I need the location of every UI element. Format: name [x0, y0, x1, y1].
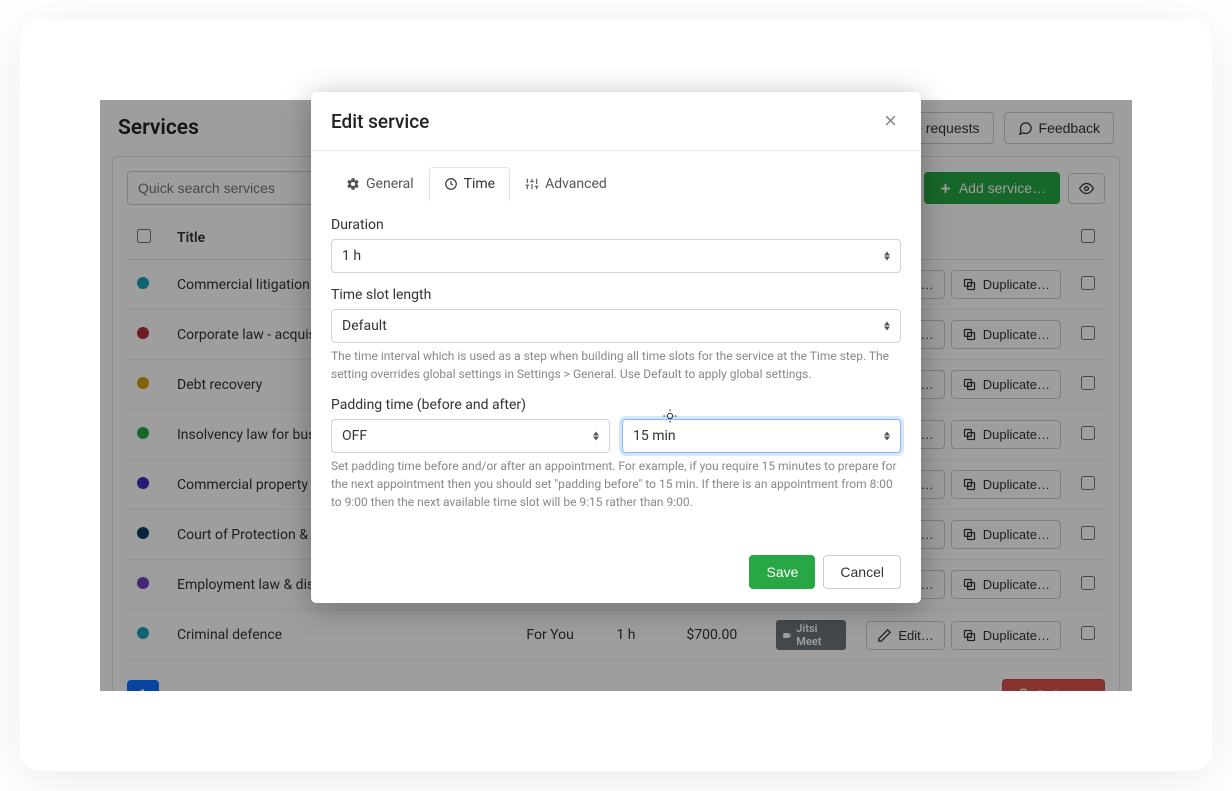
chevron-updown-icon — [593, 432, 599, 441]
tab-advanced[interactable]: Advanced — [510, 167, 622, 201]
tab-general[interactable]: General — [331, 167, 429, 201]
save-button[interactable]: Save — [749, 555, 815, 589]
padding-help: Set padding time before and/or after an … — [331, 457, 901, 511]
padding-before-select[interactable]: OFF — [331, 419, 610, 453]
timeslot-select[interactable]: Default — [331, 309, 901, 343]
modal-title: Edit service — [331, 110, 429, 133]
cancel-button[interactable]: Cancel — [823, 555, 901, 589]
duration-label: Duration — [331, 217, 901, 233]
padding-label: Padding time (before and after) — [331, 397, 901, 413]
padding-after-select[interactable]: 15 min — [622, 419, 901, 453]
edit-service-modal: Edit service × General Time Advanced Dur… — [311, 92, 921, 603]
chevron-updown-icon — [884, 322, 890, 331]
modal-tabs: General Time Advanced — [331, 167, 901, 201]
sliders-icon — [525, 177, 539, 191]
timeslot-label: Time slot length — [331, 287, 901, 303]
tab-time[interactable]: Time — [429, 167, 510, 201]
gear-icon — [346, 177, 360, 191]
chevron-updown-icon — [884, 252, 890, 261]
close-button[interactable]: × — [880, 108, 901, 134]
clock-icon — [444, 177, 458, 191]
duration-select[interactable]: 1 h — [331, 239, 901, 273]
timeslot-help: The time interval which is used as a ste… — [331, 347, 901, 383]
chevron-updown-icon — [884, 432, 890, 441]
